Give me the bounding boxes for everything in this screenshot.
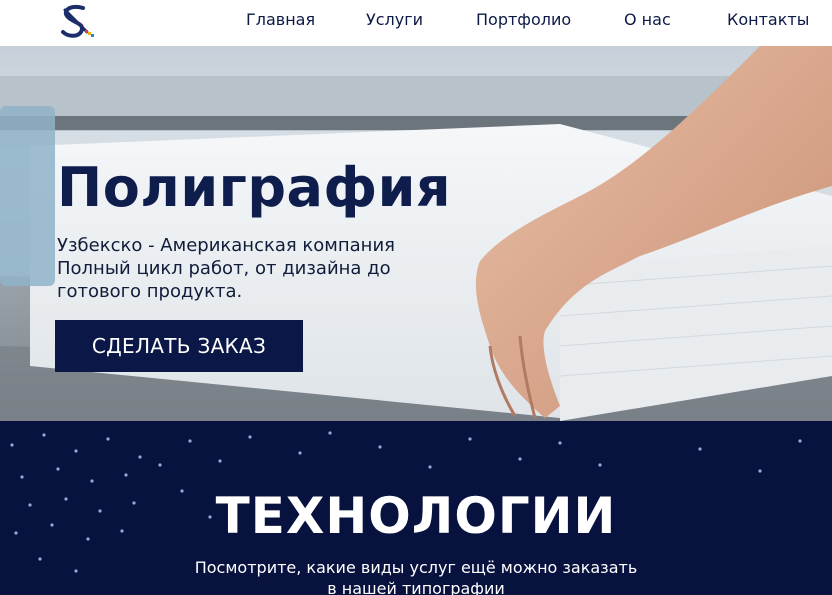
order-button[interactable]: СДЕЛАТЬ ЗАКАЗ — [55, 320, 303, 372]
nav-item-home[interactable]: Главная — [246, 10, 315, 29]
hero-section: Полиграфия Узбекско - Американская компа… — [0, 46, 832, 421]
hero-subtitle: Узбекско - Американская компания Полный … — [57, 234, 437, 303]
hero-subtitle-line: Полный цикл работ, от дизайна до — [57, 258, 391, 279]
nav-item-contacts[interactable]: Контакты — [727, 10, 809, 29]
hero-subtitle-line: Узбекско - Американская компания — [57, 235, 395, 256]
technologies-subtitle: Посмотрите, какие виды услуг ещё можно з… — [0, 557, 832, 595]
main-nav: Главная Услуги Портфолио О нас Контакты — [0, 0, 832, 40]
nav-item-portfolio[interactable]: Портфолио — [476, 10, 571, 29]
technologies-subtitle-line: Посмотрите, какие виды услуг ещё можно з… — [194, 558, 638, 577]
nav-item-about[interactable]: О нас — [624, 10, 671, 29]
hero-subtitle-line: готового продукта. — [57, 281, 243, 302]
technologies-subtitle-line: в нашей типографии — [327, 579, 505, 595]
technologies-title: ТЕХНОЛОГИИ — [215, 487, 617, 545]
technologies-section: ТЕХНОЛОГИИ Посмотрите, какие виды услуг … — [0, 421, 832, 595]
hero-title: Полиграфия — [57, 156, 452, 219]
site-header: Главная Услуги Портфолио О нас Контакты — [0, 0, 832, 46]
nav-item-services[interactable]: Услуги — [366, 10, 423, 29]
